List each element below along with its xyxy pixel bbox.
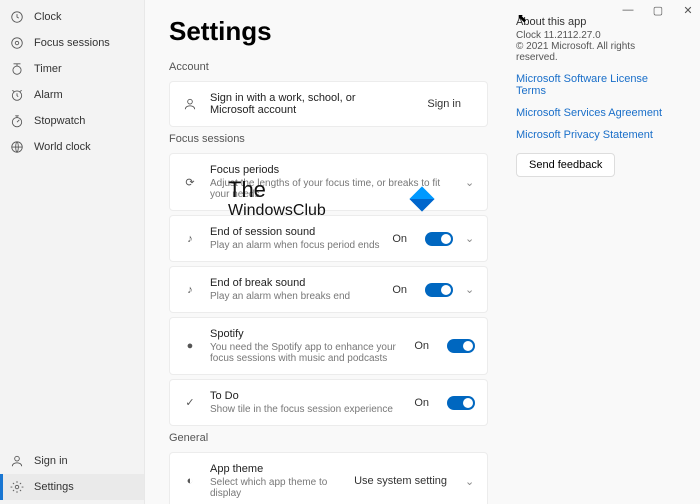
sidebar-item-alarm[interactable]: Alarm xyxy=(0,82,144,108)
theme-value: Use system setting xyxy=(354,475,447,487)
globe-icon xyxy=(10,140,24,154)
section-general: General xyxy=(169,432,488,444)
card-desc: Select which app theme to display xyxy=(210,477,342,499)
card-title: Spotify xyxy=(210,328,402,340)
card-title: End of session sound xyxy=(210,226,380,238)
sidebar-item-label: Focus sessions xyxy=(34,37,110,49)
end-session-toggle[interactable] xyxy=(425,232,453,246)
sidebar-item-label: Sign in xyxy=(34,455,68,467)
minimize-button[interactable]: — xyxy=(622,4,634,17)
card-title: App theme xyxy=(210,463,342,475)
timer-icon xyxy=(10,62,24,76)
toggle-state: On xyxy=(392,284,407,296)
alarm-icon xyxy=(10,88,24,102)
main-content: Settings Account Sign in with a work, sc… xyxy=(145,0,700,504)
about-title: About this app xyxy=(516,16,676,28)
spotify-toggle[interactable] xyxy=(447,339,475,353)
end-break-card: ♪ End of break sound Play an alarm when … xyxy=(169,266,488,313)
privacy-link[interactable]: Microsoft Privacy Statement xyxy=(516,129,676,141)
todo-card: ✓ To Do Show tile in the focus session e… xyxy=(169,379,488,426)
end-break-toggle[interactable] xyxy=(425,283,453,297)
sidebar-item-label: Stopwatch xyxy=(34,115,85,127)
sidebar-item-label: World clock xyxy=(34,141,91,153)
spotify-card: ● Spotify You need the Spotify app to en… xyxy=(169,317,488,375)
sidebar-item-label: Timer xyxy=(34,63,62,75)
end-session-card: ♪ End of session sound Play an alarm whe… xyxy=(169,215,488,262)
sidebar-item-label: Settings xyxy=(34,481,74,493)
stopwatch-icon xyxy=(10,114,24,128)
sound-icon: ♪ xyxy=(182,233,198,245)
adjust-icon: ⟳ xyxy=(182,176,198,189)
sidebar-item-focus[interactable]: Focus sessions xyxy=(0,30,144,56)
account-text: Sign in with a work, school, or Microsof… xyxy=(210,92,401,116)
section-account: Account xyxy=(169,61,488,73)
page-title: Settings xyxy=(169,16,488,47)
chevron-down-icon[interactable]: ⌄ xyxy=(465,232,475,245)
theme-icon: ◐ xyxy=(182,475,198,487)
services-link[interactable]: Microsoft Services Agreement xyxy=(516,107,676,119)
user-icon xyxy=(10,454,24,468)
card-desc: You need the Spotify app to enhance your… xyxy=(210,342,402,364)
sound-icon: ♪ xyxy=(182,284,198,296)
close-button[interactable]: ✕ xyxy=(682,4,694,17)
card-desc: Show tile in the focus session experienc… xyxy=(210,404,402,415)
sidebar: Clock Focus sessions Timer Alarm Stopwat… xyxy=(0,0,145,504)
card-desc: Play an alarm when focus period ends xyxy=(210,240,380,251)
license-link[interactable]: Microsoft Software License Terms xyxy=(516,73,676,97)
sidebar-item-timer[interactable]: Timer xyxy=(0,56,144,82)
account-card: Sign in with a work, school, or Microsof… xyxy=(169,81,488,127)
maximize-button[interactable]: ▢ xyxy=(652,4,664,17)
sidebar-item-settings[interactable]: Settings xyxy=(0,474,144,500)
card-title: To Do xyxy=(210,390,402,402)
card-title: End of break sound xyxy=(210,277,380,289)
gear-icon xyxy=(10,480,24,494)
about-copyright: © 2021 Microsoft. All rights reserved. xyxy=(516,41,676,63)
chevron-down-icon: ⌄ xyxy=(465,475,475,488)
spotify-icon: ● xyxy=(182,340,198,352)
about-version: Clock 11.2112.27.0 xyxy=(516,30,676,41)
toggle-state: On xyxy=(414,397,429,409)
card-desc: Play an alarm when breaks end xyxy=(210,291,380,302)
section-focus: Focus sessions xyxy=(169,133,488,145)
signin-button[interactable]: Sign in xyxy=(413,94,475,114)
toggle-state: On xyxy=(414,340,429,352)
focus-periods-card[interactable]: ⟳ Focus periods Adjust the lengths of yo… xyxy=(169,153,488,211)
sidebar-item-world[interactable]: World clock xyxy=(0,134,144,160)
theme-card[interactable]: ◐ App theme Select which app theme to di… xyxy=(169,452,488,504)
toggle-state: On xyxy=(392,233,407,245)
send-feedback-button[interactable]: Send feedback xyxy=(516,153,615,177)
clock-icon xyxy=(10,10,24,24)
sidebar-item-label: Alarm xyxy=(34,89,63,101)
about-pane: About this app Clock 11.2112.27.0 © 2021… xyxy=(516,16,676,488)
focus-icon xyxy=(10,36,24,50)
card-title: Focus periods xyxy=(210,164,453,176)
sidebar-item-label: Clock xyxy=(34,11,62,23)
todo-icon: ✓ xyxy=(182,396,198,409)
chevron-down-icon: ⌄ xyxy=(465,176,475,189)
chevron-down-icon[interactable]: ⌄ xyxy=(465,283,475,296)
user-icon xyxy=(182,97,198,111)
sidebar-item-stopwatch[interactable]: Stopwatch xyxy=(0,108,144,134)
sidebar-item-clock[interactable]: Clock xyxy=(0,4,144,30)
todo-toggle[interactable] xyxy=(447,396,475,410)
sidebar-item-signin[interactable]: Sign in xyxy=(0,448,144,474)
